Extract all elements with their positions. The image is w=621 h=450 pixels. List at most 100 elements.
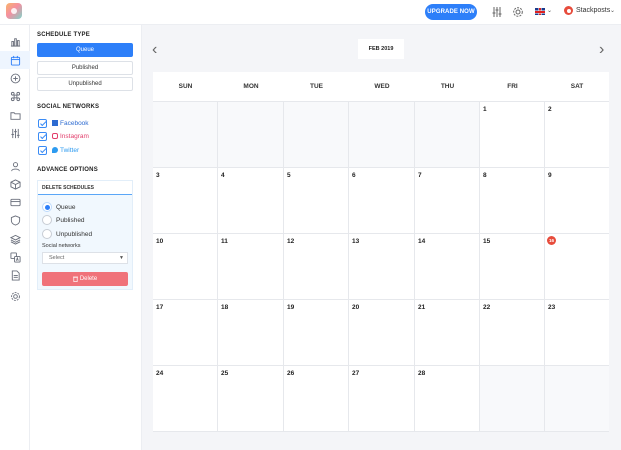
app-logo[interactable] [6, 3, 22, 19]
type-unpublished-button[interactable]: Unpublished [37, 77, 133, 91]
gear-icon[interactable] [512, 6, 524, 18]
calendar-day-cell[interactable]: 12 [284, 234, 349, 300]
calendar-day-cell[interactable]: 9 [545, 168, 609, 234]
rail-layers[interactable] [0, 230, 30, 248]
delete-label: Delete [79, 276, 98, 282]
calendar-day-cell[interactable]: 14 [415, 234, 480, 300]
day-number: 20 [352, 304, 360, 311]
calendar-day-cell[interactable]: 1 [480, 102, 545, 168]
day-number: 8 [483, 172, 487, 179]
type-queue-button[interactable]: Queue [37, 43, 133, 57]
user-name[interactable]: Stackposts [576, 7, 610, 14]
calendar-day-cell[interactable]: 24 [153, 366, 218, 432]
rail-schedules[interactable] [0, 51, 30, 69]
folder-icon [9, 111, 21, 120]
type-published-button[interactable]: Published [37, 61, 133, 75]
day-number: 7 [418, 172, 422, 179]
calendar-day-cell[interactable]: 20 [349, 300, 415, 366]
delete-option-unpublished[interactable]: Unpublished [42, 229, 92, 239]
calendar-day-cell[interactable]: 28 [415, 366, 480, 432]
radio-label: Queue [56, 203, 76, 211]
avatar[interactable] [564, 6, 573, 15]
delete-option-published[interactable]: Published [42, 215, 85, 225]
calendar-day-cell[interactable]: 13 [349, 234, 415, 300]
rail-language[interactable] [0, 248, 30, 266]
radio-label: Published [56, 216, 85, 224]
day-number: 28 [418, 370, 426, 377]
rail-billing[interactable] [0, 193, 30, 211]
day-number: 15 [483, 238, 491, 245]
advance-options-title: ADVANCE OPTIONS [37, 167, 98, 173]
credit-card-icon [9, 198, 21, 206]
rail-packages[interactable] [0, 175, 30, 193]
network-facebook[interactable]: Facebook [38, 118, 89, 128]
day-header-sun: SUN [153, 72, 218, 102]
caret-down-icon: ▼ [119, 255, 124, 261]
day-number: 18 [221, 304, 229, 311]
calendar-day-cell[interactable]: 16 [545, 234, 609, 300]
day-number: 17 [156, 304, 164, 311]
sliders-icon[interactable] [491, 6, 503, 18]
facebook-checkbox[interactable] [38, 118, 47, 128]
calendar-day-cell[interactable]: 15 [480, 234, 545, 300]
calendar-day-cell[interactable]: 7 [415, 168, 480, 234]
day-number: 2 [548, 106, 552, 113]
calendar-day-cell[interactable]: 10 [153, 234, 218, 300]
calendar-day-cell[interactable]: 19 [284, 300, 349, 366]
shield-icon [10, 214, 20, 226]
calendar-day-cell[interactable]: 27 [349, 366, 415, 432]
rail-files[interactable] [0, 106, 30, 124]
delete-schedules-tab[interactable]: DELETE SCHEDULES [38, 181, 132, 195]
calendar-grid: SUN MON TUE WED THU FRI SAT 1 2 3 4 5 6 7 8 9 10 11 12 13 14… [153, 72, 609, 432]
file-icon [11, 269, 20, 281]
radio-button[interactable] [42, 215, 52, 225]
next-month-button[interactable]: › [599, 42, 604, 58]
prev-month-button[interactable]: ‹ [152, 42, 157, 58]
chevron-down-icon[interactable]: ⌄ [610, 7, 615, 14]
radio-button[interactable] [42, 202, 52, 212]
calendar-empty-cell [349, 102, 415, 168]
calendar-day-cell[interactable]: 25 [218, 366, 284, 432]
rail-analytics[interactable] [0, 32, 30, 50]
box-icon [9, 178, 21, 190]
day-header-sat: SAT [545, 72, 609, 102]
rail-settings[interactable] [0, 287, 30, 305]
delete-button[interactable]: Delete [42, 272, 128, 286]
calendar-empty-cell [153, 102, 218, 168]
calendar-day-cell[interactable]: 2 [545, 102, 609, 168]
uk-flag-icon[interactable] [535, 8, 545, 15]
day-header-wed: WED [349, 72, 415, 102]
delete-option-queue[interactable]: Queue [42, 202, 76, 212]
rail-users[interactable] [0, 157, 30, 175]
network-twitter[interactable]: Twitter [38, 145, 79, 155]
calendar-day-cell[interactable]: 17 [153, 300, 218, 366]
rail-command[interactable] [0, 87, 30, 105]
social-network-select[interactable]: Select ▼ [42, 252, 128, 264]
calendar-day-cell[interactable]: 6 [349, 168, 415, 234]
rail-reports[interactable] [0, 266, 30, 284]
calendar-day-cell[interactable]: 4 [218, 168, 284, 234]
calendar-day-cell[interactable]: 18 [218, 300, 284, 366]
calendar-day-cell[interactable]: 5 [284, 168, 349, 234]
upgrade-now-button[interactable]: UPGRADE NOW [425, 4, 477, 20]
month-label: FEB 2019 [358, 39, 404, 59]
rail-settings-sliders[interactable] [0, 124, 30, 142]
rail-compose[interactable] [0, 69, 30, 87]
calendar-empty-cell [218, 102, 284, 168]
calendar-day-cell[interactable]: 23 [545, 300, 609, 366]
calendar-day-cell[interactable]: 21 [415, 300, 480, 366]
calendar-day-cell[interactable]: 11 [218, 234, 284, 300]
chevron-down-icon[interactable]: ⌄ [547, 7, 552, 14]
radio-button[interactable] [42, 229, 52, 239]
rail-security[interactable] [0, 211, 30, 229]
calendar-day-cell[interactable]: 22 [480, 300, 545, 366]
network-instagram[interactable]: Instagram [38, 131, 89, 141]
twitter-checkbox[interactable] [38, 145, 47, 155]
calendar-day-cell[interactable]: 3 [153, 168, 218, 234]
instagram-checkbox[interactable] [38, 131, 47, 141]
day-number: 3 [156, 172, 160, 179]
day-number: 13 [352, 238, 360, 245]
calendar-day-cell[interactable]: 26 [284, 366, 349, 432]
command-icon [10, 91, 20, 101]
calendar-day-cell[interactable]: 8 [480, 168, 545, 234]
